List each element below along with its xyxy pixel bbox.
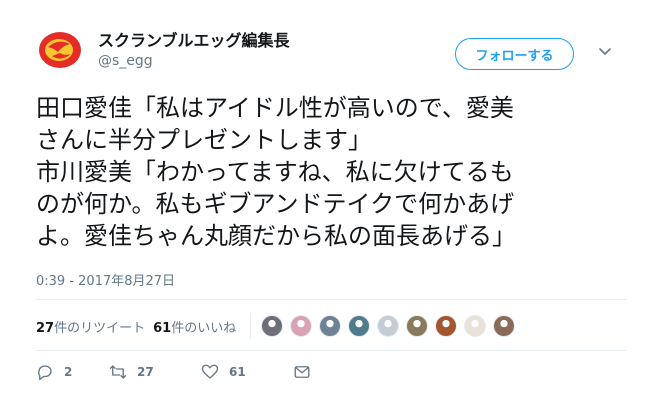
- tweet-actions: 2 27 61: [36, 360, 321, 384]
- likers-list: [261, 315, 522, 337]
- retweet-icon: [109, 365, 127, 379]
- tweet-text-line: のが何か。私もギブアンドテイクで何かあげ: [36, 190, 515, 218]
- tweet-text: 田口愛佳「私はアイドル性が高いので、愛美 さんに半分プレゼントします」 市川愛美…: [36, 92, 626, 252]
- tweet-stats: 27件のリツイート 61件のいいね: [36, 310, 522, 342]
- message-icon: [294, 366, 310, 378]
- stats-divider: [250, 313, 252, 339]
- liker-avatar-icon[interactable]: [435, 315, 458, 337]
- retweet-stat-count: 27: [36, 320, 55, 336]
- author-handle[interactable]: @s_egg: [98, 53, 153, 69]
- direct-message-button[interactable]: [293, 363, 321, 381]
- heart-icon: [201, 364, 219, 379]
- liker-avatar-icon[interactable]: [493, 315, 516, 337]
- liker-avatar-icon[interactable]: [377, 315, 400, 337]
- liker-avatar-icon[interactable]: [261, 315, 284, 337]
- liker-avatar-icon[interactable]: [406, 315, 429, 337]
- like-count: 61: [229, 365, 246, 379]
- reply-icon: [38, 365, 52, 381]
- like-stat[interactable]: 61件のいいね: [153, 317, 236, 336]
- divider: [36, 350, 626, 351]
- like-stat-count: 61: [153, 320, 172, 336]
- tweet-timestamp[interactable]: 0:39 - 2017年8月27日: [36, 270, 175, 289]
- liker-avatar-icon[interactable]: [348, 315, 371, 337]
- tweet-text-line: 市川愛美「わかってますね、私に欠けてるも: [36, 158, 514, 186]
- divider: [36, 299, 626, 300]
- egg-logo-icon[interactable]: [36, 26, 84, 74]
- chevron-down-icon[interactable]: [598, 44, 612, 58]
- retweet-button[interactable]: 27: [109, 363, 201, 381]
- liker-avatar-icon[interactable]: [319, 315, 342, 337]
- tweet-text-line: さんに半分プレゼントします」: [36, 126, 372, 154]
- tweet-header: スクランブルエッグ編集長 @s_egg フォローする: [36, 22, 616, 78]
- retweet-stat-label: 件のリツイート: [54, 320, 146, 336]
- like-stat-label: 件のいいね: [171, 320, 237, 336]
- reply-count: 2: [64, 365, 73, 379]
- follow-button[interactable]: フォローする: [455, 38, 574, 70]
- retweet-stat[interactable]: 27件のリツイート: [36, 317, 145, 336]
- retweet-count: 27: [137, 365, 154, 379]
- tweet-text-line: よ。愛佳ちゃん丸顔だから私の面長あげる」: [36, 222, 516, 250]
- tweet-text-line: 田口愛佳「私はアイドル性が高いので、愛美: [36, 94, 514, 122]
- liker-avatar-icon[interactable]: [290, 315, 313, 337]
- reply-button[interactable]: 2: [36, 363, 109, 381]
- liker-avatar-icon[interactable]: [464, 315, 487, 337]
- author-display-name[interactable]: スクランブルエッグ編集長: [98, 27, 290, 51]
- like-button[interactable]: 61: [201, 363, 293, 381]
